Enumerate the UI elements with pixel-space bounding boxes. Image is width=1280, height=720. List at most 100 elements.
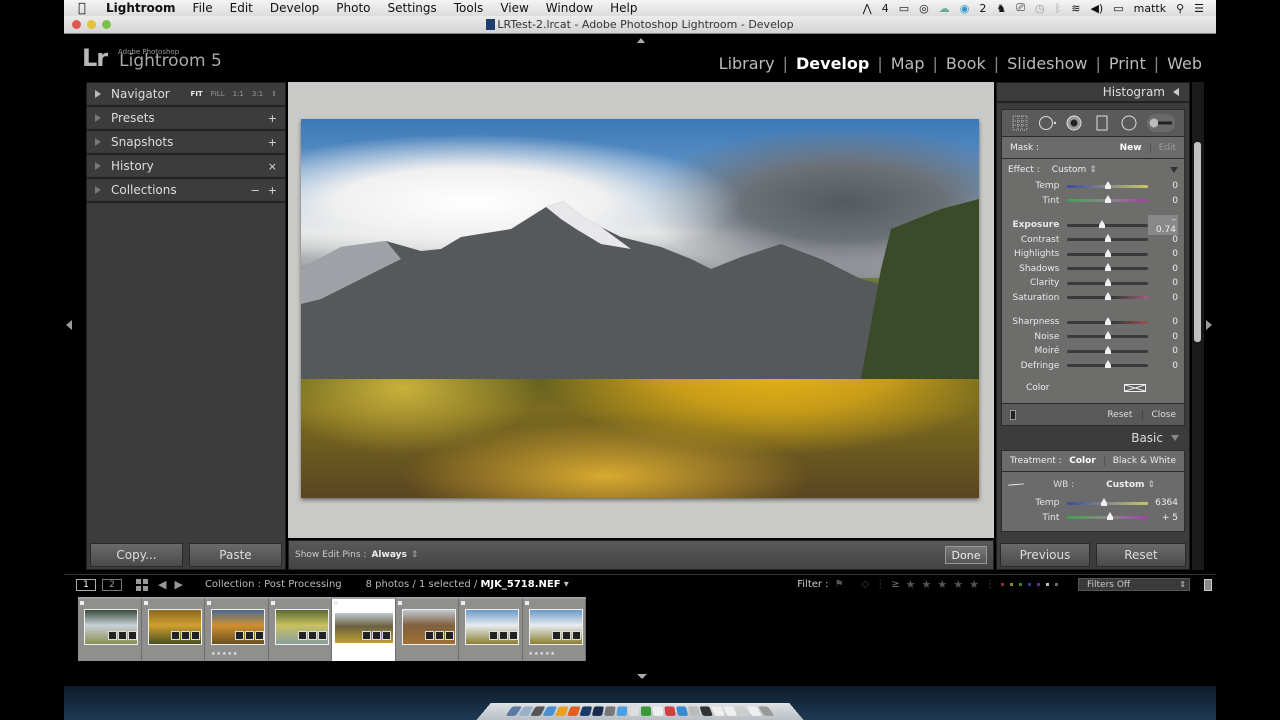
color-label-yellow[interactable] xyxy=(1010,583,1013,586)
slider-track[interactable] xyxy=(1067,180,1149,189)
toggle-switch-icon[interactable] xyxy=(1010,409,1016,420)
histogram-header[interactable]: Histogram xyxy=(997,83,1189,103)
slider-value[interactable]: 0 xyxy=(1148,249,1178,259)
menu-develop[interactable]: Develop xyxy=(270,1,319,15)
color-swatch[interactable] xyxy=(1123,384,1146,392)
mask-edit-button[interactable]: Edit xyxy=(1149,142,1176,153)
keyword-badge-icon[interactable] xyxy=(171,631,180,640)
develop-badge-icon[interactable] xyxy=(191,631,200,640)
slider-thumb[interactable] xyxy=(1105,180,1112,189)
add-snapshot-icon[interactable]: + xyxy=(268,136,277,149)
module-book[interactable]: Book xyxy=(938,54,994,73)
collapse-right-panel-icon[interactable] xyxy=(1206,320,1212,330)
sync-icon[interactable]: ◎ xyxy=(919,2,929,15)
photo-count[interactable]: 8 photos / 1 selected / MJK_5718.NEF ▾ xyxy=(366,579,569,590)
thumbnail-flag-icon[interactable] xyxy=(207,601,211,605)
battery-icon[interactable]: ▭ xyxy=(1113,2,1123,15)
color-label-none[interactable] xyxy=(1055,583,1058,586)
main-photo[interactable] xyxy=(301,119,979,498)
color-label-custom[interactable] xyxy=(1046,583,1049,586)
thumbnail-flag-icon[interactable] xyxy=(334,601,338,605)
collections-header[interactable]: Collections − + xyxy=(87,179,285,203)
menu-tools[interactable]: Tools xyxy=(454,1,484,15)
slider-value[interactable]: 0 xyxy=(1148,346,1178,356)
color-label-green[interactable] xyxy=(1019,583,1022,586)
menu-app[interactable]: Lightroom xyxy=(106,1,176,15)
dock-app-icon[interactable] xyxy=(567,706,581,716)
dock-app-icon[interactable] xyxy=(676,706,689,716)
crop-badge-icon[interactable] xyxy=(117,631,127,640)
slider-track[interactable] xyxy=(1067,219,1149,228)
thumbnail-flag-icon[interactable] xyxy=(461,601,465,605)
rating-star-5[interactable]: ★ xyxy=(969,578,979,591)
slider-thumb[interactable] xyxy=(1105,360,1112,369)
slider-value[interactable]: 0 xyxy=(1148,196,1178,206)
slider-thumb[interactable] xyxy=(1105,316,1112,325)
module-library[interactable]: Library xyxy=(711,54,783,73)
develop-badge-icon[interactable] xyxy=(381,631,391,640)
menu-view[interactable]: View xyxy=(500,1,528,15)
slider-contrast[interactable]: Contrast 0 xyxy=(1008,233,1178,248)
slider-thumb[interactable] xyxy=(1106,512,1113,521)
paste-button[interactable]: Paste xyxy=(189,543,282,567)
crop-badge-icon[interactable] xyxy=(371,631,381,640)
dock-app-icon[interactable] xyxy=(579,706,593,716)
creative-cloud-icon[interactable]: ◉ xyxy=(960,2,970,15)
dock-app-icon[interactable] xyxy=(687,706,701,716)
unflag-filter-icon[interactable]: ◇ xyxy=(862,579,870,590)
zoom-3-1[interactable]: 3:1 xyxy=(252,90,263,98)
slider-temp[interactable]: Temp 0 xyxy=(1008,179,1178,194)
filmstrip-thumbnail[interactable] xyxy=(268,597,332,661)
color-label-purple[interactable] xyxy=(1037,583,1040,586)
thumbnail-rating[interactable]: ★★★★★ xyxy=(529,651,556,657)
flag-filter-icon[interactable]: ⚑ xyxy=(835,579,844,590)
menu-help[interactable]: Help xyxy=(610,1,637,15)
filmstrip-thumbnail[interactable] xyxy=(459,597,523,661)
filmstrip-thumbnail[interactable] xyxy=(395,597,459,661)
select-stepper-icon[interactable]: ⇕ xyxy=(1089,165,1097,175)
forward-arrow-icon[interactable]: ▶ xyxy=(174,578,182,591)
color-label-blue[interactable] xyxy=(1028,583,1031,586)
collapse-top-panel-icon[interactable] xyxy=(637,38,645,43)
rating-star-2[interactable]: ★ xyxy=(922,578,932,591)
slider-noise[interactable]: Noise 0 xyxy=(1008,330,1178,345)
menu-photo[interactable]: Photo xyxy=(336,1,370,15)
slider-value[interactable]: 0 xyxy=(1148,317,1178,327)
mask-new-button[interactable]: New xyxy=(1120,143,1142,153)
slider-tint[interactable]: Tint 0 xyxy=(1008,194,1178,209)
right-panel-scrollbar[interactable] xyxy=(1192,82,1204,570)
slider-value[interactable]: 6364 xyxy=(1148,498,1178,508)
slider-value[interactable]: 0 xyxy=(1148,235,1178,245)
user-name[interactable]: mattk xyxy=(1134,2,1166,15)
keyword-badge-icon[interactable] xyxy=(234,631,244,640)
basic-header[interactable]: Basic xyxy=(997,426,1189,450)
crop-badge-icon[interactable] xyxy=(244,631,254,640)
keyword-badge-icon[interactable] xyxy=(107,631,117,640)
slider-track[interactable] xyxy=(1067,195,1149,204)
slider-shadows[interactable]: Shadows 0 xyxy=(1008,262,1178,277)
snapshots-header[interactable]: Snapshots + xyxy=(87,131,285,155)
slider-clarity[interactable]: Clarity 0 xyxy=(1008,276,1178,291)
slider-track[interactable] xyxy=(1067,292,1149,301)
grid-view-icon[interactable] xyxy=(136,578,148,591)
crop-badge-icon[interactable] xyxy=(498,631,508,640)
develop-badge-icon[interactable] xyxy=(508,631,518,640)
radial-filter-icon[interactable] xyxy=(1120,114,1138,132)
dock-app-icon[interactable] xyxy=(616,706,628,716)
slider-thumb[interactable] xyxy=(1098,219,1105,228)
dock-app-icon[interactable] xyxy=(591,706,604,716)
slider-temp[interactable]: Temp 6364 xyxy=(1008,496,1178,511)
slider-saturation[interactable]: Saturation 0 xyxy=(1008,291,1178,306)
slider-thumb[interactable] xyxy=(1101,497,1108,506)
slider-thumb[interactable] xyxy=(1105,345,1112,354)
wb-eyedropper-icon[interactable]: ⟋ xyxy=(1005,474,1026,496)
filter-preset-select[interactable]: Filters Off xyxy=(1078,578,1190,591)
develop-badge-icon[interactable] xyxy=(127,631,137,640)
copy-button[interactable]: Copy... xyxy=(90,543,183,567)
menu-settings[interactable]: Settings xyxy=(388,1,437,15)
adjustment-brush-icon[interactable] xyxy=(1147,114,1176,132)
collapse-filmstrip-icon[interactable] xyxy=(637,674,647,679)
keyword-badge-icon[interactable] xyxy=(361,631,371,640)
keyword-badge-icon[interactable] xyxy=(488,631,498,640)
slider-track[interactable] xyxy=(1067,316,1149,325)
